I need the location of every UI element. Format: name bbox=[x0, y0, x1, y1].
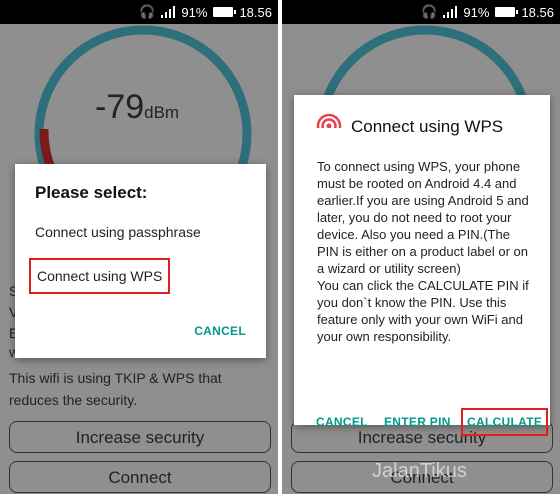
connect-button[interactable]: Connect bbox=[9, 461, 271, 493]
signal-icon bbox=[161, 6, 176, 18]
clock: 18.56 bbox=[239, 4, 272, 20]
watermark: JalanTikus bbox=[372, 460, 467, 482]
dialog-title: Please select: bbox=[35, 183, 148, 202]
security-info: This wifi is using TKIP & WPS that bbox=[9, 370, 222, 386]
headphones-icon: 🎧 bbox=[139, 4, 156, 19]
signal-icon bbox=[443, 6, 458, 18]
wps-instructions: To connect using WPS, your phone must be… bbox=[317, 159, 529, 344]
battery-percent: 91% bbox=[463, 4, 490, 20]
connect-passphrase-option[interactable]: Connect using passphrase bbox=[35, 224, 201, 240]
headphones-icon: 🎧 bbox=[421, 4, 438, 19]
signal-strength: -79dBm bbox=[95, 88, 180, 126]
dialog-title: Connect using WPS bbox=[351, 117, 504, 136]
battery-percent: 91% bbox=[181, 4, 208, 20]
connect-wps-option[interactable]: Connect using WPS bbox=[29, 258, 171, 294]
wps-icon bbox=[316, 113, 342, 139]
cancel-button[interactable]: CANCEL bbox=[194, 324, 246, 338]
battery-icon bbox=[213, 7, 237, 17]
right-screen: 🎧 91% 18.56 Increase security Connect Co… bbox=[282, 0, 560, 494]
enter-pin-button[interactable]: ENTER PIN bbox=[384, 415, 451, 429]
calculate-button[interactable]: CALCULATE bbox=[461, 408, 549, 436]
increase-security-button[interactable]: Increase security bbox=[9, 421, 271, 453]
battery-icon bbox=[495, 7, 519, 17]
wps-dialog: Connect using WPS To connect using WPS, … bbox=[294, 95, 550, 436]
left-screen: 🎧 91% 18.56 -79dBm S V E WPS This wifi i… bbox=[0, 0, 278, 494]
security-info: reduces the security. bbox=[9, 392, 138, 408]
cancel-button[interactable]: CANCEL bbox=[316, 415, 368, 429]
clock: 18.56 bbox=[521, 4, 554, 20]
select-dialog: Please select: Connect using passphrase … bbox=[15, 164, 266, 358]
